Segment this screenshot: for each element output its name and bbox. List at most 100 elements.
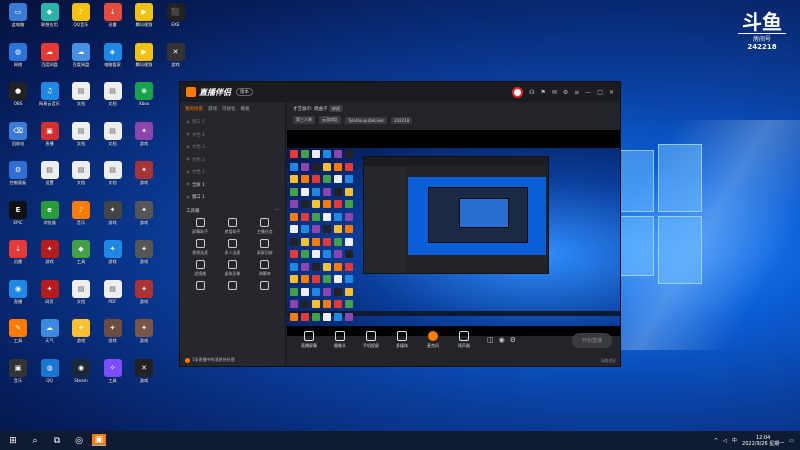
desktop-icon[interactable]: e 浏览器 — [35, 200, 65, 225]
tool-button[interactable] — [249, 280, 281, 292]
start-live-button[interactable]: 开始直播 — [571, 332, 612, 348]
tool-button[interactable] — [184, 280, 216, 292]
desktop-icon[interactable]: ✕ 游戏 — [161, 42, 191, 67]
source-button[interactable]: 直播屏幕 — [295, 331, 323, 349]
taskbar-app-icon[interactable]: ◎ — [70, 433, 88, 448]
stream-chip[interactable]: TyleDouyuDeLiver — [345, 116, 388, 124]
desktop-icon[interactable]: ▤ 文档 — [98, 82, 128, 106]
scene-item[interactable]: ◉ 窗口 1 — [180, 191, 285, 204]
desktop-icon[interactable]: ✦ 游戏 — [129, 200, 159, 225]
desktop-icon[interactable]: ◆ 联想应用 — [35, 3, 65, 27]
desktop-icon[interactable]: ✦ 游戏 — [35, 240, 65, 264]
desktop-icon[interactable]: ✎ 工具 — [3, 319, 33, 343]
desktop-icon[interactable]: ✕ 游戏 — [129, 358, 159, 383]
clock[interactable]: 12:04 2022/9/26 星期一 — [742, 435, 784, 447]
minimize-icon[interactable]: — — [585, 89, 591, 96]
tool-button[interactable]: 房管助手 — [216, 217, 248, 235]
eye-icon[interactable]: ◉ — [499, 336, 505, 344]
desktop-icon[interactable]: ⌫ 回收站 — [3, 121, 33, 146]
tool-button[interactable]: 滤镜美 — [184, 259, 216, 277]
camera-icon[interactable]: ◫ — [487, 336, 494, 344]
desktop-icon[interactable]: ✦ 游戏 — [98, 200, 128, 225]
desktop-icon[interactable]: ◆ 工具 — [66, 240, 96, 264]
scene-tab[interactable]: 可视化 — [222, 106, 236, 112]
scene-tab[interactable]: 我的场景 — [185, 106, 203, 112]
language-indicator[interactable]: 中 — [732, 437, 737, 444]
tool-button[interactable]: 主播任务 — [249, 217, 281, 235]
desktop-icon[interactable]: ⇣ 迅雷 — [98, 3, 128, 27]
desktop-icon[interactable]: ⊗ Xbox — [129, 82, 159, 106]
volume-icon[interactable]: ◁ — [723, 438, 727, 444]
desktop-icon[interactable]: ▤ 文档 — [66, 82, 96, 106]
headset-icon[interactable]: ☊ — [529, 89, 534, 96]
menu-icon[interactable]: ≡ — [574, 89, 579, 96]
desktop-icon[interactable]: ✦ 游戏 — [129, 279, 159, 304]
desktop-icon[interactable]: ◉ Steam — [66, 358, 96, 383]
desktop-icon[interactable]: ▤ 文档 — [98, 121, 128, 146]
desktop-icon[interactable]: ◈ 电脑管家 — [98, 42, 128, 67]
desktop-icon[interactable]: ♫ 网易云音乐 — [35, 82, 65, 106]
close-icon[interactable]: ✕ — [609, 89, 614, 96]
desktop-icon[interactable]: ▤ 文档 — [66, 121, 96, 146]
desktop-icon[interactable]: ✦ 游戏 — [129, 121, 159, 146]
gift-icon[interactable]: ⚑ — [540, 89, 545, 96]
desktop-icon[interactable]: ⬛ EXE — [161, 3, 191, 27]
desktop-icon[interactable]: ▤ PDF — [98, 279, 128, 304]
tool-button[interactable]: 虚拟形象 — [216, 259, 248, 277]
tool-button[interactable]: 弹幕库 — [249, 259, 281, 277]
settings-icon[interactable]: ⚙ — [563, 89, 568, 96]
source-button[interactable]: 摄像头 — [326, 331, 354, 349]
desktop-icon[interactable]: ▤ 文档 — [66, 161, 96, 185]
tool-button[interactable]: 视频连麦 — [184, 238, 216, 256]
desktop-icon[interactable]: ▶ 腾讯视频 — [129, 42, 159, 67]
source-button[interactable]: 多媒体 — [388, 331, 416, 349]
desktop-icon[interactable]: ◍ QQ — [35, 358, 65, 383]
desktop-icon[interactable]: ✦ 游戏 — [129, 319, 159, 343]
source-button[interactable]: 手机投屏 — [357, 331, 385, 349]
scene-item[interactable]: ◉ 窗口 5 — [180, 116, 285, 129]
desktop-icon[interactable]: ♪ QQ音乐 — [66, 3, 96, 27]
desktop-icon[interactable]: ▣ 直播 — [35, 121, 65, 146]
taskbar-app-icon[interactable]: ⌕ — [26, 433, 44, 448]
maximize-icon[interactable]: □ — [597, 89, 603, 96]
desktop-icon[interactable]: ☁ 天气 — [35, 319, 65, 343]
version-badge[interactable]: 版本 — [236, 88, 253, 96]
message-notice[interactable]: 1条直播中的消息待处理 — [185, 357, 235, 363]
desktop-icon[interactable]: ▤ 文档 — [98, 161, 128, 185]
desktop-icon[interactable]: ☁ 百度网盘 — [35, 42, 65, 67]
desktop-icon[interactable]: ✧ 工具 — [98, 358, 128, 383]
desktop-icon[interactable]: ◍ 网络 — [3, 42, 33, 67]
desktop-icon[interactable]: ▭ 此电脑 — [3, 3, 33, 27]
stream-chip[interactable]: 242218 — [391, 116, 413, 124]
desktop-icon[interactable]: ♪ 音乐 — [66, 200, 96, 225]
desktop-icon[interactable]: ▣ 音乐 — [3, 358, 33, 383]
stream-chip[interactable]: 第三人称 — [293, 116, 315, 124]
taskbar-app-icon[interactable]: ⊞ — [4, 433, 22, 448]
notification-chevron-icon[interactable]: ^ — [714, 438, 718, 444]
notification-icon[interactable]: ▭ — [789, 438, 794, 444]
chat-icon[interactable]: ✉ — [552, 89, 557, 96]
scene-tab[interactable]: 模板 — [241, 106, 250, 112]
desktop-icon[interactable]: ◉ 直播 — [3, 279, 33, 304]
desktop-icon[interactable]: ▤ 文档 — [66, 279, 96, 304]
scene-item[interactable]: ◉ 全屏 1 — [180, 179, 285, 192]
source-button[interactable]: 麦克风 — [419, 331, 447, 349]
scene-item[interactable]: ◉ 文档 2 — [180, 154, 285, 167]
stream-chip[interactable]: 云游戏区 — [319, 116, 341, 124]
desktop-icon[interactable]: ▶ 腾讯视频 — [129, 3, 159, 27]
desktop-icon[interactable]: ☁ 百度网盘 — [66, 42, 96, 67]
taskbar-app-icon[interactable]: ▣ — [92, 434, 106, 446]
more-icon[interactable]: ⋯ — [275, 208, 280, 214]
scene-item[interactable]: ◉ 文档 1 — [180, 166, 285, 179]
tool-button[interactable]: 录屏回放 — [249, 238, 281, 256]
tool-button[interactable] — [216, 280, 248, 292]
taskbar-app-icon[interactable]: ⧉ — [48, 433, 66, 448]
desktop-icon[interactable]: ✦ 游戏 — [129, 161, 159, 185]
desktop-icon[interactable]: ✦ 网页 — [35, 279, 65, 304]
desktop-icon[interactable]: ⇣ 迅雷 — [3, 240, 33, 264]
desktop-icon[interactable]: ● OBS — [3, 82, 33, 106]
scene-item[interactable]: ◉ 文档 3 — [180, 141, 285, 154]
desktop-icon[interactable]: ▤ 设置 — [35, 161, 65, 185]
desktop-icon[interactable]: ✦ 游戏 — [98, 319, 128, 343]
tool-button[interactable]: 屏幕助手 — [184, 217, 216, 235]
